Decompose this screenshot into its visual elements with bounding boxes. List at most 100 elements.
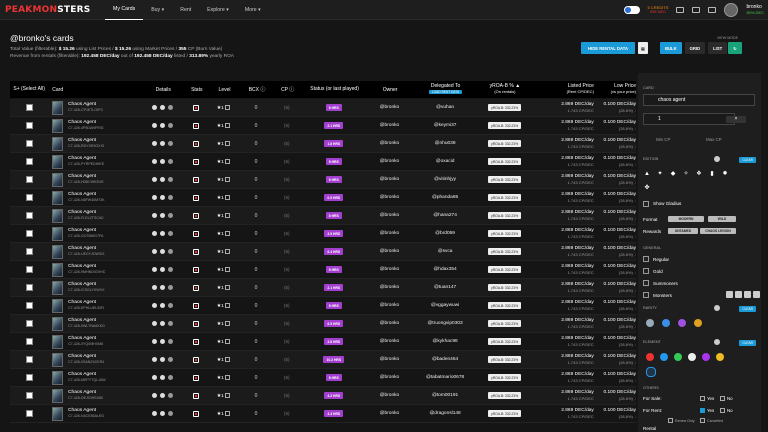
cards-icon[interactable] [676, 7, 685, 13]
stats-icon[interactable] [192, 302, 199, 309]
card-search-input[interactable]: chaos agent [643, 94, 755, 106]
promo-edition-icon[interactable]: ◆ [669, 170, 677, 178]
move-icon[interactable] [151, 213, 157, 218]
stats-icon[interactable] [192, 158, 199, 165]
table-row[interactable]: Chaos Agent C7-426-N8FW40M73K ★1 0 (5) 0.9 H… [10, 189, 636, 207]
upgrade-icon[interactable] [225, 104, 231, 110]
untamed-edition-icon[interactable]: ❖ [695, 170, 703, 178]
settings-icon[interactable] [167, 213, 173, 218]
card-thumbnail[interactable] [52, 118, 64, 133]
logo[interactable]: PEAKMONSTERS [5, 5, 105, 15]
avatar[interactable] [724, 3, 739, 17]
upgrade-icon[interactable] [225, 392, 231, 398]
info-icon[interactable] [159, 321, 165, 326]
card-name[interactable]: Chaos Agent C7-426-0WLTNA0KKG [68, 318, 139, 329]
stats-icon[interactable] [192, 410, 199, 417]
owner-value[interactable]: @bronko [365, 321, 413, 326]
stats-icon[interactable] [192, 266, 199, 273]
settings-icon[interactable] [167, 357, 173, 362]
for-rent-no-checkbox[interactable]: No [720, 408, 733, 413]
owner-value[interactable]: @bronko [365, 159, 413, 164]
edition-clear-button[interactable]: CLEAR [739, 157, 756, 163]
card-name[interactable]: Chaos Agent C7-426-0SANZ4CKR4 [68, 354, 139, 365]
move-icon[interactable] [151, 285, 157, 290]
user-menu[interactable]: bronko 50% DEC [746, 4, 764, 16]
row-checkbox[interactable] [25, 338, 33, 345]
info-icon[interactable] [159, 195, 165, 200]
delegated-to-value[interactable]: @kykhac98 [413, 339, 476, 344]
upgrade-icon[interactable] [225, 212, 231, 218]
info-icon[interactable] [159, 177, 165, 182]
info-icon[interactable] [159, 375, 165, 380]
card-thumbnail[interactable] [52, 334, 64, 349]
upgrade-icon[interactable] [225, 194, 231, 200]
info-icon[interactable] [159, 159, 165, 164]
delegated-to-value[interactable]: @phanda65 [413, 195, 476, 200]
settings-icon[interactable] [167, 267, 173, 272]
row-checkbox[interactable] [25, 266, 33, 273]
settings-icon[interactable] [167, 393, 173, 398]
col-yroa[interactable]: yROA-B % ▲ (On rentals) [477, 83, 533, 96]
info-icon[interactable] [159, 357, 165, 362]
owner-value[interactable]: @bronko [365, 267, 413, 272]
row-checkbox[interactable] [25, 302, 33, 309]
table-row[interactable]: Chaos Agent C7-426-0SANZ4CKR4 ★1 0 (5) 10.2 … [10, 351, 636, 369]
row-checkbox[interactable] [25, 230, 33, 237]
owner-value[interactable]: @bronko [365, 105, 413, 110]
upgrade-icon[interactable] [225, 248, 231, 254]
card-name[interactable]: Chaos Agent C7-426-DEJ0JHSX80 [68, 390, 139, 401]
stats-icon[interactable] [192, 104, 199, 111]
row-checkbox[interactable] [25, 194, 33, 201]
settings-icon[interactable] [167, 177, 173, 182]
table-row[interactable]: Chaos Agent C7-426-RDYXE9OXIS ★1 0 (5) 1.8 H… [10, 135, 636, 153]
col-bcx[interactable]: BCX ⓘ [242, 86, 273, 93]
wallet-icon[interactable] [692, 7, 701, 13]
settings-icon[interactable] [167, 375, 173, 380]
gold-checkbox[interactable] [643, 268, 649, 274]
delegated-to-value[interactable]: @vuhan [413, 105, 476, 110]
table-row[interactable]: Chaos Agent C7-426-GCS5WG7FA ★1 0 (5) 3.9 HR… [10, 225, 636, 243]
delegated-to-value[interactable]: @hdax354 [413, 267, 476, 272]
info-icon[interactable] [159, 231, 165, 236]
info-icon[interactable] [159, 285, 165, 290]
row-checkbox[interactable] [25, 410, 33, 417]
delegated-to-value[interactable]: @brd059 [413, 231, 476, 236]
move-icon[interactable] [151, 159, 157, 164]
card-thumbnail[interactable] [52, 172, 64, 187]
for-sale-no-checkbox[interactable]: No [720, 396, 733, 401]
theme-toggle[interactable] [623, 6, 640, 14]
earth-element-icon[interactable] [674, 353, 682, 361]
settings-icon[interactable] [167, 105, 173, 110]
owner-value[interactable]: @bronko [365, 123, 413, 128]
card-name[interactable]: Chaos Agent C7-426-MEPYTQLJAW [68, 372, 139, 383]
upgrade-icon[interactable] [225, 374, 231, 380]
table-row[interactable]: Chaos Agent C7-426-DEJ0JHSX80 ★1 0 (5) 4.2 H… [10, 387, 636, 405]
info-icon[interactable] [159, 123, 165, 128]
format-wild-chip[interactable]: WILD [708, 216, 736, 222]
settings-icon[interactable] [167, 159, 173, 164]
upgrade-icon[interactable] [225, 338, 231, 344]
move-icon[interactable] [151, 105, 157, 110]
col-cp[interactable]: CP ⓘ [272, 86, 303, 93]
card-thumbnail[interactable] [52, 208, 64, 223]
rarity-clear-button[interactable]: CLEAR [739, 306, 756, 312]
format-modern-chip[interactable]: MODERN [668, 216, 704, 222]
stats-icon[interactable] [192, 356, 199, 363]
info-icon[interactable] [159, 411, 165, 416]
info-icon[interactable] [159, 339, 165, 344]
delegated-to-value[interactable]: @hana274 [413, 213, 476, 218]
card-thumbnail[interactable] [52, 298, 64, 313]
card-thumbnail[interactable] [52, 154, 64, 169]
renew-only-checkbox[interactable]: Renew Only [668, 418, 695, 423]
row-checkbox[interactable] [25, 176, 33, 183]
move-icon[interactable] [151, 267, 157, 272]
col-card[interactable]: Card [48, 87, 140, 93]
rewards-untamed-chip[interactable]: UNTAMED [668, 228, 698, 234]
card-thumbnail[interactable] [52, 316, 64, 331]
settings-icon[interactable] [167, 231, 173, 236]
common-rarity-icon[interactable] [646, 319, 654, 327]
row-checkbox[interactable] [25, 284, 33, 291]
card-name[interactable]: Chaos Agent C7-426-9MHNOIGVHC [68, 264, 139, 275]
info-icon[interactable] [159, 267, 165, 272]
card-thumbnail[interactable] [52, 244, 64, 259]
